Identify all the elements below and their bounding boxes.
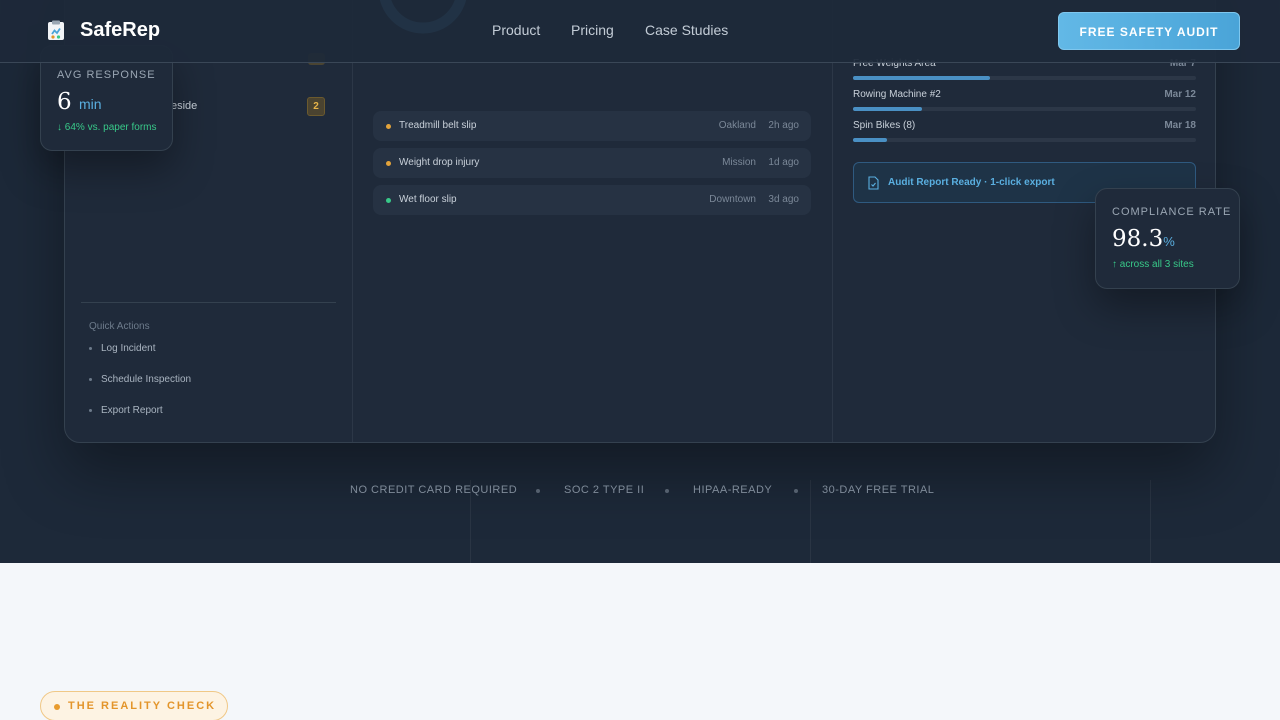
site-count-badge: 2 <box>307 97 325 116</box>
equipment-name: Rowing Machine #2 <box>853 89 941 100</box>
avg-response-sub: ↓ 64% vs. paper forms <box>57 122 157 133</box>
quick-action-label: Log Incident <box>101 343 156 354</box>
incident-location: Mission <box>722 157 756 168</box>
site-label: eside <box>171 100 198 112</box>
avg-response-value: 6 min <box>57 89 102 115</box>
incident-title: Treadmill belt slip <box>399 120 477 131</box>
incident-row[interactable]: Wet floor slip Downtown 3d ago <box>373 185 811 215</box>
equipment-date: Mar 12 <box>1164 89 1196 100</box>
dashboard-preview: eside 2 Quick Actions Log Incident Sched… <box>64 0 1216 443</box>
incident-location: Downtown <box>709 194 756 205</box>
equipment-row: Spin Bikes (8) Mar 18 <box>853 120 1196 142</box>
progress-fill <box>853 107 922 111</box>
status-dot <box>386 124 391 129</box>
incident-title: Wet floor slip <box>399 194 457 205</box>
avg-response-label: AVG RESPONSE <box>57 69 156 81</box>
progress-bar <box>853 138 1196 142</box>
quick-action-log-incident[interactable]: Log Incident <box>89 343 156 354</box>
nav-link-case-studies[interactable]: Case Studies <box>645 22 728 38</box>
compliance-rate-card: COMPLIANCE RATE 98.3% ↑ across all 3 sit… <box>1095 188 1240 289</box>
nav-link-pricing[interactable]: Pricing <box>571 22 614 38</box>
avg-response-number: 6 <box>57 89 72 115</box>
progress-fill <box>853 76 991 80</box>
compliance-rate-number: 98.3 <box>1112 226 1164 252</box>
separator-dot <box>665 489 669 493</box>
equipment-date: Mar 18 <box>1164 120 1196 131</box>
reality-check-label: THE REALITY CHECK <box>68 700 217 712</box>
audit-report-text: Audit Report Ready · 1-click export <box>888 177 1055 188</box>
trust-item: HIPAA-READY <box>693 484 773 496</box>
separator-dot <box>794 489 798 493</box>
nav-link-product[interactable]: Product <box>492 22 540 38</box>
quick-action-export-report[interactable]: Export Report <box>89 405 163 416</box>
trust-item: NO CREDIT CARD REQUIRED <box>350 484 518 496</box>
compliance-rate-sub: ↑ across all 3 sites <box>1112 259 1194 270</box>
progress-fill <box>853 138 888 142</box>
incident-title: Weight drop injury <box>399 157 480 168</box>
top-nav: SafeRep Product Pricing Case Studies FRE… <box>0 0 1280 63</box>
status-dot <box>386 198 391 203</box>
incident-time: 2h ago <box>768 120 799 131</box>
brand-name[interactable]: SafeRep <box>80 19 160 42</box>
quick-action-label: Schedule Inspection <box>101 374 192 385</box>
trust-item: SOC 2 TYPE II <box>564 484 645 496</box>
trust-item: 30-DAY FREE TRIAL <box>822 484 935 496</box>
incidents-panel: Treadmill belt slip Oakland 2h ago Weigh… <box>353 0 833 442</box>
document-icon <box>868 176 879 190</box>
compliance-rate-label: COMPLIANCE RATE <box>1112 206 1232 218</box>
compliance-rate-unit: % <box>1163 234 1175 249</box>
hero-section: eside 2 Quick Actions Log Incident Sched… <box>0 0 1280 563</box>
free-safety-audit-button[interactable]: FREE SAFETY AUDIT <box>1058 12 1240 50</box>
grid-line <box>810 480 811 563</box>
progress-bar <box>853 76 1196 80</box>
status-dot <box>386 161 391 166</box>
compliance-rate-value: 98.3% <box>1112 226 1175 252</box>
equipment-name: Spin Bikes (8) <box>853 120 916 131</box>
bullet-icon <box>89 409 92 412</box>
avg-response-unit: min <box>78 96 102 112</box>
bullet-icon <box>89 378 92 381</box>
incident-time: 3d ago <box>768 194 799 205</box>
quick-actions-title: Quick Actions <box>89 321 150 332</box>
separator-dot <box>536 489 540 493</box>
grid-line <box>1150 480 1151 563</box>
progress-bar <box>853 107 1196 111</box>
quick-action-schedule-inspection[interactable]: Schedule Inspection <box>89 374 191 385</box>
quick-action-label: Export Report <box>101 405 163 416</box>
bullet-icon <box>89 347 92 350</box>
logo-icon[interactable] <box>44 19 68 43</box>
equipment-row: Rowing Machine #2 Mar 12 <box>853 89 1196 111</box>
pill-dot <box>54 704 60 710</box>
incident-location: Oakland <box>718 120 756 131</box>
incident-row[interactable]: Treadmill belt slip Oakland 2h ago <box>373 111 811 141</box>
divider <box>81 302 336 303</box>
incident-time: 1d ago <box>768 157 799 168</box>
reality-check-pill: THE REALITY CHECK <box>40 691 228 720</box>
incident-row[interactable]: Weight drop injury Mission 1d ago <box>373 148 811 178</box>
